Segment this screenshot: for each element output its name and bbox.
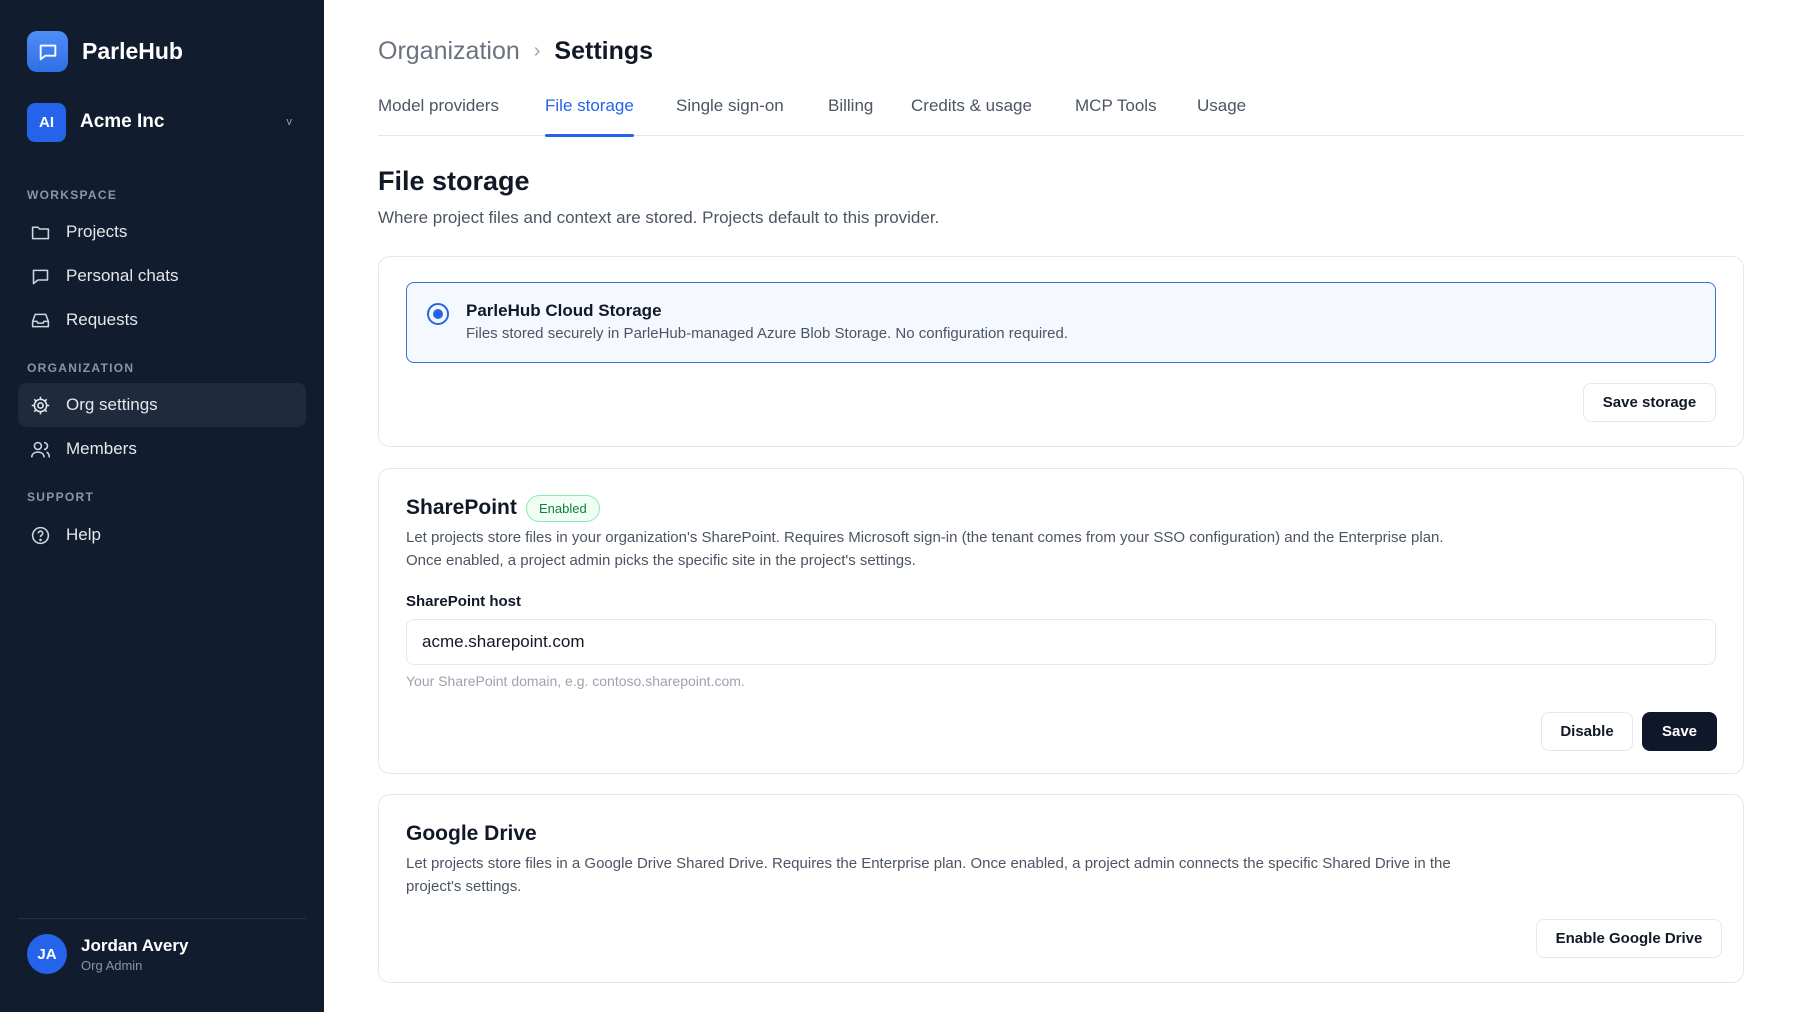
sidebar-item-help[interactable]: Help (18, 513, 306, 557)
avatar: JA (27, 934, 67, 974)
sidebar-item-label: Projects (66, 222, 128, 241)
tab-credits-usage[interactable]: Credits & usage (911, 96, 1032, 136)
chat-bubble-logo-icon (27, 31, 68, 72)
storage-option-parlehub-cloud[interactable]: ParleHub Cloud Storage Files stored secu… (406, 282, 1716, 363)
status-badge: Enabled (526, 495, 600, 522)
brand[interactable]: ParleHub (27, 31, 183, 72)
storage-option-name: ParleHub Cloud Storage (466, 301, 662, 320)
tab-single-sign-on[interactable]: Single sign-on (676, 96, 784, 136)
sharepoint-host-label: SharePoint host (406, 593, 522, 610)
sidebar-item-label: Personal chats (66, 266, 179, 285)
settings-tabs: Model providers File storage Single sign… (378, 96, 1744, 137)
user-role: Org Admin (81, 957, 143, 973)
folder-icon (29, 221, 51, 243)
breadcrumb-organization[interactable]: Organization (378, 37, 520, 66)
tab-file-storage[interactable]: File storage (545, 96, 634, 137)
section-label-support: SUPPORT (27, 490, 95, 504)
sharepoint-title: SharePoint (406, 496, 517, 519)
sidebar-divider (18, 918, 306, 919)
sidebar-item-label: Help (66, 525, 101, 544)
enable-google-drive-button[interactable]: Enable Google Drive (1536, 919, 1722, 958)
org-avatar: AI (27, 102, 66, 142)
save-storage-button[interactable]: Save storage (1583, 383, 1716, 422)
app-name: ParleHub (82, 38, 183, 64)
sharepoint-card: SharePoint Enabled Let projects store fi… (378, 468, 1744, 774)
tab-usage[interactable]: Usage (1197, 96, 1246, 136)
org-switcher[interactable]: AI Acme Inc v (27, 102, 297, 142)
disable-button[interactable]: Disable (1541, 712, 1633, 751)
sharepoint-host-help: Your SharePoint domain, e.g. contoso.sha… (406, 673, 745, 689)
sidebar-item-projects[interactable]: Projects (18, 210, 306, 254)
tab-billing[interactable]: Billing (828, 96, 873, 136)
user-profile[interactable]: JA Jordan Avery Org Admin (27, 934, 188, 974)
sidebar-item-label: Org settings (66, 395, 158, 414)
chevron-right-icon: › (533, 40, 541, 62)
tab-mcp-tools[interactable]: MCP Tools (1075, 96, 1157, 136)
storage-provider-card: ParleHub Cloud Storage Files stored secu… (378, 256, 1744, 447)
sharepoint-host-input[interactable] (406, 619, 1716, 665)
section-description: Where project files and context are stor… (378, 208, 940, 227)
inbox-icon (29, 309, 51, 331)
google-drive-card: Google Drive Let projects store files in… (378, 794, 1744, 983)
section-title: File storage (378, 166, 530, 196)
breadcrumb: Organization › Settings (378, 37, 653, 66)
user-name: Jordan Avery (81, 935, 189, 955)
chevron-down-icon: v (286, 116, 293, 128)
sidebar-item-requests[interactable]: Requests (18, 298, 306, 342)
sidebar: ParleHub AI Acme Inc v WORKSPACE Project… (0, 0, 324, 1012)
google-drive-description: Let projects store files in a Google Dri… (406, 855, 1451, 895)
gear-icon (29, 394, 51, 416)
sharepoint-description: Let projects store files in your organiz… (406, 529, 1444, 569)
tab-model-providers[interactable]: Model providers (378, 96, 499, 136)
org-name: Acme Inc (80, 111, 165, 132)
radio-dot (433, 309, 443, 319)
save-button[interactable]: Save (1642, 712, 1717, 751)
sidebar-item-label: Members (66, 439, 137, 458)
chat-icon (29, 265, 51, 287)
users-icon (29, 438, 51, 460)
help-icon (29, 524, 51, 546)
user-info: Jordan Avery Org Admin (81, 936, 188, 973)
google-drive-title: Google Drive (406, 822, 537, 845)
page-title: Settings (554, 37, 654, 65)
sidebar-item-label: Requests (66, 310, 138, 329)
section-label-organization: ORGANIZATION (27, 361, 135, 375)
storage-option-description: Files stored securely in ParleHub-manage… (466, 325, 1068, 342)
sidebar-item-personal-chats[interactable]: Personal chats (18, 254, 306, 298)
sidebar-item-members[interactable]: Members (18, 427, 306, 471)
radio-selected[interactable] (427, 303, 449, 325)
section-label-workspace: WORKSPACE (27, 188, 118, 202)
sidebar-item-org-settings[interactable]: Org settings (18, 383, 306, 427)
